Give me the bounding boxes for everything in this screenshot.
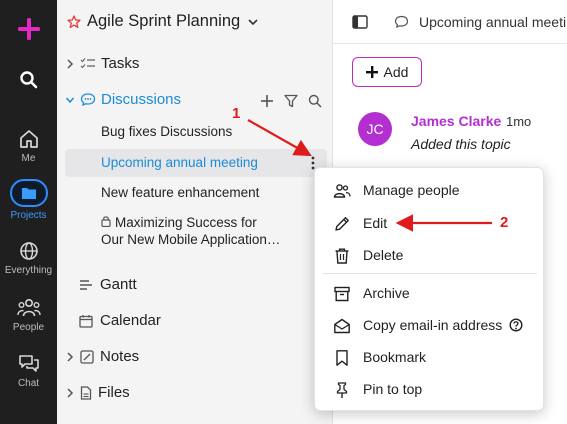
calendar-icon [79,314,93,328]
chevron-right-icon[interactable] [65,351,75,363]
locked-item-line2: Our New Mobile Application… [101,232,281,247]
rail-item-me[interactable]: Me [0,128,57,164]
rail-label-chat: Chat [17,378,40,389]
pin-icon [336,382,348,398]
checklist-icon [80,57,95,68]
discussion-item-locked[interactable]: Maximizing Success for Our New Mobile Ap… [101,214,280,248]
left-rail: Me Projects Everything People Chat [0,0,57,424]
envelope-open-icon [334,318,350,334]
main-topbar: Upcoming annual meeti [333,0,567,44]
search-icon [19,71,37,89]
chat-icon [18,355,39,372]
discussion-tab-title: Upcoming annual meeti [419,14,567,30]
search-button[interactable] [0,70,57,90]
menu-item-pin-to-top[interactable]: Pin to top [315,373,545,405]
menu-item-delete[interactable]: Delete [315,239,545,271]
menu-item-copy-email[interactable]: Copy email-in address [315,309,545,341]
project-sidebar: Agile Sprint Planning Tasks Discussions [57,0,333,424]
locked-item-line1: Maximizing Success for [115,215,257,230]
speech-bubble-icon [80,93,96,107]
rail-label-me: Me [21,153,36,164]
create-button[interactable] [0,16,57,42]
annotation-step-2: 2 [500,214,509,231]
menu-label-pin-to-top: Pin to top [363,381,423,397]
menu-label-manage-people: Manage people [363,182,460,198]
archive-icon [334,286,350,302]
discussion-item-selected[interactable]: Upcoming annual meeting [101,155,258,170]
sidebar-item-tasks[interactable]: Tasks [65,55,325,72]
sidebar-label-files: Files [98,384,130,401]
chevron-right-icon[interactable] [65,58,75,70]
sidebar-item-calendar[interactable]: Calendar [79,312,329,329]
comment-text: Added this topic [411,136,511,152]
star-icon[interactable] [67,14,81,29]
sidebar-item-notes[interactable]: Notes [65,348,329,365]
menu-item-bookmark[interactable]: Bookmark [315,341,545,373]
menu-divider [323,273,537,274]
globe-icon [19,242,38,260]
comment-time: 1mo [506,114,532,129]
file-icon [80,385,92,400]
chevron-right-icon[interactable] [65,387,75,399]
project-title: Agile Sprint Planning [87,12,241,30]
speech-bubble-icon [394,15,409,29]
filter-icon[interactable] [284,94,298,108]
avatar[interactable]: JC [358,112,392,146]
add-discussion-icon[interactable] [260,94,274,108]
bookmark-icon [336,350,348,366]
discussion-context-menu: Manage people Edit Delete Archive Copy e [314,167,544,411]
discussion-item[interactable]: New feature enhancement [101,185,259,200]
sidebar-item-discussions[interactable]: Discussions [65,91,331,108]
menu-item-manage-people[interactable]: Manage people [315,174,545,206]
plus-icon [17,18,40,40]
sidebar-label-tasks: Tasks [101,55,140,72]
sidebar-toggle-icon[interactable] [352,15,368,29]
pencil-icon [335,217,349,231]
gantt-icon [80,279,92,290]
people-icon [16,298,41,317]
rail-label-projects: Projects [10,210,47,221]
menu-label-delete: Delete [363,247,404,263]
trash-icon [335,248,349,264]
menu-item-edit[interactable]: Edit [315,207,545,239]
chevron-down-icon[interactable] [247,16,259,28]
rail-label-everything: Everything [4,265,53,276]
rail-item-people[interactable]: People [0,297,57,333]
note-icon [80,349,94,364]
sidebar-item-gantt[interactable]: Gantt [79,276,329,293]
sidebar-label-gantt: Gantt [100,276,137,293]
sidebar-label-discussions: Discussions [101,91,182,108]
discussion-item[interactable]: Bug fixes Discussions [101,124,232,139]
sidebar-label-calendar: Calendar [100,312,161,329]
rail-item-projects[interactable]: Projects [0,179,57,221]
folder-icon [21,188,36,199]
rail-label-people: People [12,322,45,333]
menu-label-edit: Edit [363,215,388,231]
home-icon [19,130,38,148]
add-button-label: Add [383,64,409,80]
menu-label-archive: Archive [363,285,410,301]
rail-item-chat[interactable]: Chat [0,353,57,389]
comment-author[interactable]: James Clarke [411,113,501,129]
project-header[interactable]: Agile Sprint Planning [67,12,327,31]
search-icon[interactable] [308,94,322,108]
projects-active-pill [9,179,48,207]
lock-icon [101,216,111,228]
menu-label-bookmark: Bookmark [363,349,427,365]
chevron-down-icon[interactable] [65,94,75,106]
plus-icon [365,66,378,78]
people-icon [333,184,351,198]
menu-item-archive[interactable]: Archive [315,277,545,309]
rail-item-everything[interactable]: Everything [0,240,57,276]
add-button[interactable]: Add [352,57,422,87]
annotation-step-1: 1 [232,105,241,122]
sidebar-item-files[interactable]: Files [65,384,329,401]
help-circle-icon[interactable] [509,318,523,332]
sidebar-label-notes: Notes [100,348,140,365]
menu-label-copy-email: Copy email-in address [363,317,503,333]
